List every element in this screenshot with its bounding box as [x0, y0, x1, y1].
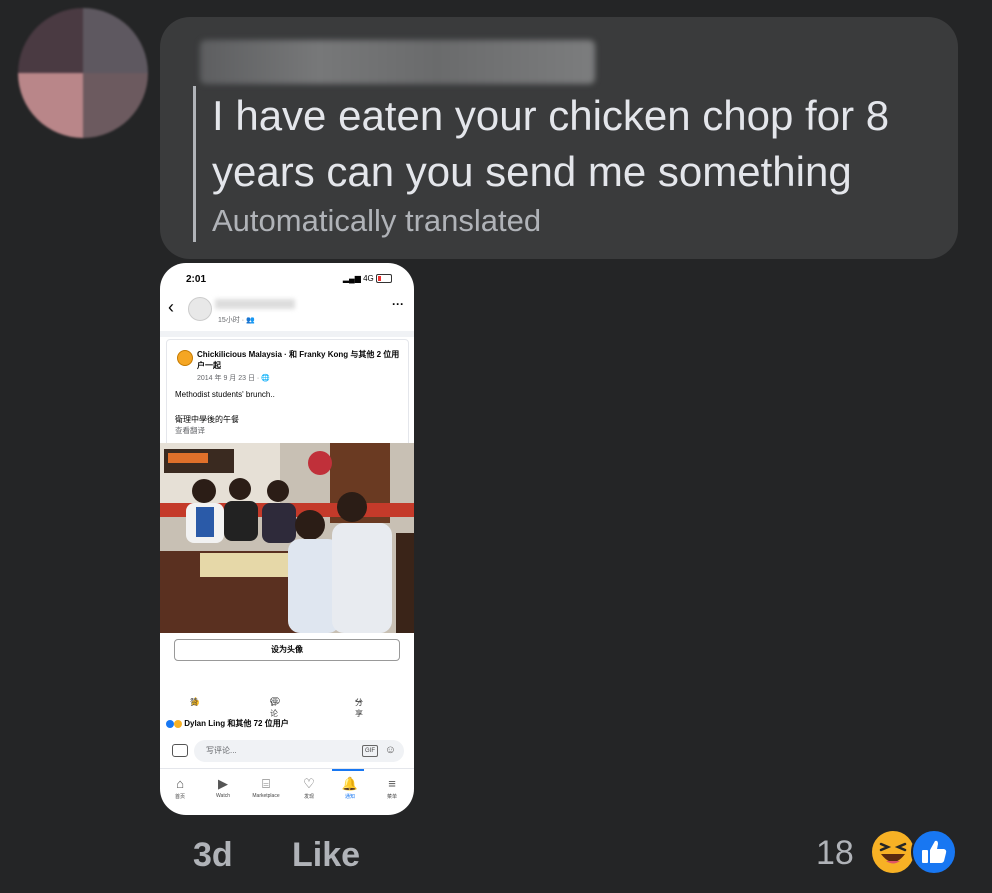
post-time: 15小时 · 👥 [218, 315, 255, 325]
tab-watch[interactable]: ▶ Watch [203, 775, 243, 799]
more-icon[interactable]: ··· [392, 297, 404, 311]
camera-icon[interactable] [172, 744, 188, 757]
watch-icon: ▶ [218, 776, 228, 791]
comment-text: I have eaten your chicken chop for 8 yea… [212, 92, 890, 195]
tab-dating[interactable]: ♡ 发现 [289, 775, 329, 800]
like-icon[interactable] [910, 828, 958, 876]
active-tab-indicator [332, 769, 364, 771]
poster-name-redacted[interactable] [215, 299, 295, 309]
bell-icon: 🔔 [341, 776, 359, 791]
like-button[interactable]: Like [292, 836, 360, 875]
tab-marketplace[interactable]: ⌸ Marketplace [246, 775, 286, 799]
tab-home[interactable]: ⌂ 首页 [160, 775, 200, 800]
attached-screenshot[interactable]: 2:01 ▂▄▆ 4G ‹ 15小时 · 👥 ··· Chickilicious… [160, 263, 414, 815]
network-label: 4G [363, 274, 374, 283]
post-share-label: 分享 [355, 698, 363, 718]
commenter-name-redacted[interactable] [200, 40, 595, 84]
commenter-avatar-blurred[interactable] [18, 8, 148, 138]
tab-menu-label: 菜单 [386, 794, 397, 800]
dating-icon: ♡ [303, 776, 315, 791]
tab-notifications[interactable]: 🔔 通知 [330, 775, 370, 800]
reactions-summary[interactable]: Dylan Ling 和其他 72 位用户 [166, 718, 289, 729]
post-header: ‹ 15小时 · 👥 ··· [160, 293, 414, 331]
reaction-count[interactable]: 18 [816, 834, 854, 873]
photo-illustration [160, 443, 414, 633]
haha-reaction-icon [174, 719, 182, 728]
quote-bar [193, 86, 196, 242]
caption-chinese: 衛理中學後的午餐 [175, 415, 239, 424]
shared-post-date: 2014 年 9 月 23 日 · 🌐 [197, 373, 270, 383]
shared-post-card[interactable]: Chickilicious Malaysia · 和 Franky Kong 与… [166, 339, 409, 451]
page-logo [177, 350, 193, 366]
menu-icon: ≡ [388, 776, 396, 791]
set-profile-picture-button[interactable]: 设为头像 [174, 639, 400, 661]
post-time-text: 15小时 · [218, 317, 247, 324]
post-like-label: 赞 [190, 698, 198, 707]
comment-composer: 写评论... GIF ☺ [168, 740, 406, 762]
see-translation-link[interactable]: 查看翻译 [175, 425, 205, 436]
caption-english: Methodist students' brunch.. [175, 390, 275, 399]
set-profile-area: 设为头像 [160, 633, 414, 683]
shared-post-title: Chickilicious Malaysia · 和 Franky Kong 与… [197, 350, 400, 370]
comment-timestamp[interactable]: 3d [193, 836, 233, 875]
home-icon: ⌂ [176, 776, 184, 791]
tab-notifications-label: 通知 [344, 794, 355, 800]
post-photo[interactable] [160, 443, 414, 633]
tab-dating-label: 发现 [303, 794, 314, 800]
network-indicator: ▂▄▆ 4G [343, 274, 392, 284]
status-time: 2:01 [186, 274, 207, 285]
tab-menu[interactable]: ≡ 菜单 [372, 775, 412, 800]
emoji-icon[interactable]: ☺ [385, 744, 396, 756]
like-reaction-icon [166, 719, 174, 728]
shared-post-date-text: 2014 年 9 月 23 日 · [197, 375, 262, 382]
poster-avatar[interactable] [188, 297, 212, 321]
reactions-summary-text: Dylan Ling 和其他 72 位用户 [184, 719, 289, 728]
translation-note[interactable]: Automatically translated [212, 203, 541, 239]
divider [160, 331, 414, 337]
tab-watch-label: Watch [216, 793, 230, 799]
tab-marketplace-label: Marketplace [252, 793, 280, 799]
back-icon[interactable]: ‹ [168, 297, 174, 318]
post-comment-label: 评论 [270, 698, 278, 718]
gif-button[interactable]: GIF [362, 745, 378, 757]
globe-icon: 🌐 [261, 375, 270, 382]
battery-icon [376, 274, 392, 284]
tab-home-label: 首页 [174, 794, 185, 800]
post-actions: 👍 赞 💬 评论 ↪ 分享 [160, 693, 414, 718]
marketplace-icon: ⌸ [262, 776, 270, 791]
bottom-tab-bar: ⌂ 首页 ▶ Watch ⌸ Marketplace ♡ 发现 🔔 通知 ≡ 菜单 [160, 768, 414, 815]
status-bar: 2:01 ▂▄▆ 4G [160, 263, 414, 293]
friends-icon: 👥 [246, 317, 255, 324]
